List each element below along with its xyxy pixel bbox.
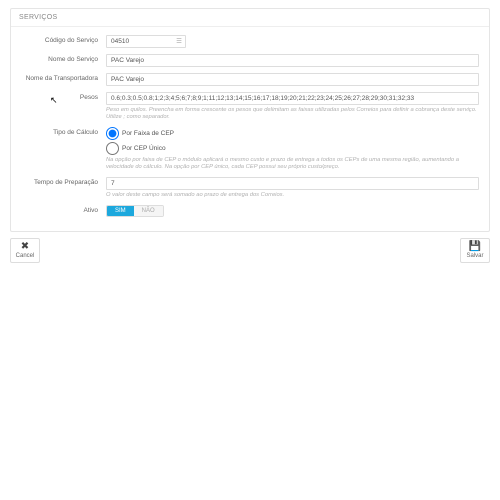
ativo-off[interactable]: NÃO	[134, 206, 163, 216]
tempo-label: Tempo de Preparação	[21, 177, 106, 186]
nome-label: Nome do Serviço	[21, 54, 106, 63]
codigo-input[interactable]	[106, 35, 186, 48]
cancel-button[interactable]: ✖ Cancel	[10, 238, 40, 263]
panel-title: SERVIÇOS	[11, 9, 489, 27]
ativo-label: Ativo	[21, 205, 106, 214]
pesos-label: Pesos	[21, 92, 106, 101]
transp-label: Nome da Transportadora	[21, 73, 106, 82]
tipo-unico-radio[interactable]	[106, 142, 119, 155]
save-label: Salvar	[466, 253, 483, 259]
tipo-label: Tipo de Cálculo	[21, 127, 106, 136]
services-panel: SERVIÇOS Código do Serviço ☰ Nome do Ser…	[10, 8, 490, 232]
pesos-help: Peso em quilos. Preencha em forma cresce…	[106, 107, 479, 121]
transp-input[interactable]	[106, 73, 479, 86]
tempo-input[interactable]	[106, 177, 479, 190]
cancel-label: Cancel	[16, 253, 35, 259]
tipo-unico-label: Por CEP Único	[122, 145, 166, 152]
tempo-help: O valor deste campo será somado ao prazo…	[106, 192, 479, 199]
tipo-faixa-label: Por Faixa de CEP	[122, 130, 174, 137]
save-button[interactable]: 💾 Salvar	[460, 238, 490, 263]
tipo-help: Na opção por faixa de CEP o módulo aplic…	[106, 157, 479, 171]
ativo-toggle[interactable]: SIM NÃO	[106, 205, 164, 217]
codigo-label: Código do Serviço	[21, 35, 106, 44]
pesos-input[interactable]	[106, 92, 479, 105]
save-icon: 💾	[469, 242, 481, 252]
close-icon: ✖	[21, 242, 29, 252]
ativo-on[interactable]: SIM	[107, 206, 134, 216]
tipo-faixa-radio[interactable]	[106, 127, 119, 140]
nome-input[interactable]	[106, 54, 479, 67]
